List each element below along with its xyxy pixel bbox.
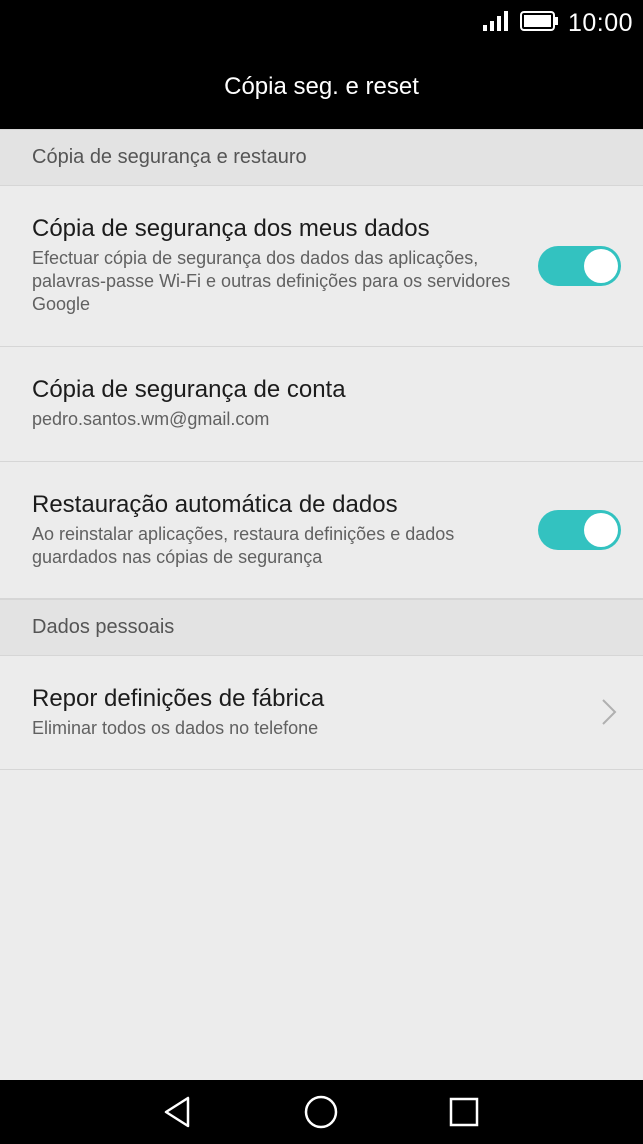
signal-icon: [482, 10, 510, 37]
section-header-label: Dados pessoais: [32, 616, 175, 638]
recents-icon[interactable]: [446, 1094, 482, 1130]
setting-title: Cópia de segurança de conta: [32, 376, 346, 403]
setting-subtitle: Eliminar todos os dados no telefone: [32, 718, 319, 738]
navigation-bar: [0, 1080, 643, 1144]
section-header-personal-data: Dados pessoais: [0, 599, 643, 656]
backup-data-toggle[interactable]: [538, 246, 621, 286]
battery-icon: [519, 10, 560, 37]
status-time: 10:00: [567, 8, 633, 37]
section-header-label: Cópia de segurança e restauro: [32, 146, 307, 168]
setting-subtitle: Ao reinstalar aplicações, restaura defin…: [32, 524, 455, 567]
setting-title: Cópia de segurança dos meus dados: [32, 215, 430, 242]
page-title: Cópia seg. e reset: [224, 72, 419, 100]
home-icon[interactable]: [303, 1094, 339, 1130]
setting-backup-account[interactable]: Cópia de segurança de conta pedro.santos…: [0, 347, 643, 462]
status-bar: 10:00: [0, 0, 643, 46]
setting-subtitle: pedro.santos.wm@gmail.com: [32, 409, 270, 429]
setting-title: Repor definições de fábrica: [32, 685, 325, 712]
setting-auto-restore[interactable]: Restauração automática de dados Ao reins…: [0, 462, 643, 599]
setting-backup-my-data[interactable]: Cópia de segurança dos meus dados Efectu…: [0, 186, 643, 347]
chevron-right-icon: [601, 698, 617, 726]
back-icon[interactable]: [160, 1094, 196, 1130]
toggle-knob: [584, 513, 618, 547]
auto-restore-toggle[interactable]: [538, 510, 621, 550]
title-bar: Cópia seg. e reset: [0, 46, 643, 129]
setting-subtitle: Efectuar cópia de segurança dos dados da…: [32, 248, 511, 314]
toggle-knob: [584, 249, 618, 283]
setting-factory-reset[interactable]: Repor definições de fábrica Eliminar tod…: [0, 656, 643, 770]
setting-title: Restauração automática de dados: [32, 491, 398, 518]
settings-list: Cópia de segurança e restauro Cópia de s…: [0, 129, 643, 770]
section-header-backup: Cópia de segurança e restauro: [0, 129, 643, 186]
screen: 10:00 Cópia seg. e reset Cópia de segura…: [0, 0, 643, 1144]
status-indicators: 10:00: [482, 8, 633, 38]
